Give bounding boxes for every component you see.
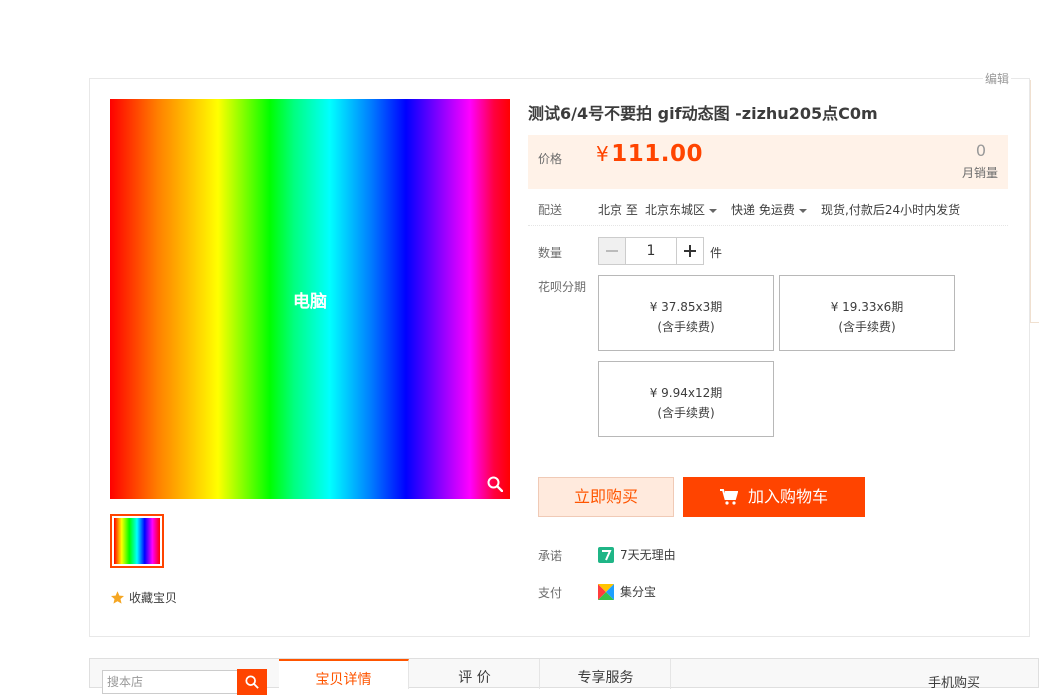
dispatch-info: 现货,付款后24小时内发货 <box>821 203 961 217</box>
installment-plan: ¥ 9.94x12期 <box>649 386 723 400</box>
installment-plan: ¥ 37.85x3期 <box>649 300 723 314</box>
plus-icon <box>684 245 696 257</box>
destination-text: 北京东城区 <box>645 203 706 217</box>
installment-fee: (含手续费) <box>657 320 715 334</box>
chevron-down-icon <box>709 208 718 213</box>
tab-services[interactable]: 专享服务 <box>541 659 671 689</box>
shipping-row: 配送 北京 至 北京东城区 快递 免运费 现货,付款后24小时内发货 <box>528 198 1008 226</box>
thumbnail-1[interactable] <box>110 514 164 568</box>
promise-text: 7天无理由 <box>620 548 676 562</box>
price-label: 价格 <box>538 152 563 166</box>
product-title: 测试6/4号不要拍 gif动态图 -zizhu205点C0m <box>528 104 878 123</box>
installment-fee: (含手续费) <box>838 320 896 334</box>
price-panel: 价格 ¥111.00 0 月销量 <box>528 135 1008 189</box>
chevron-down-icon <box>798 208 807 213</box>
installment-option-3[interactable]: ¥ 37.85x3期 (含手续费) <box>598 275 774 351</box>
side-divider <box>1030 80 1039 323</box>
quantity-unit: 件 <box>710 246 723 260</box>
installment-label: 花呗分期 <box>538 280 587 294</box>
currency-symbol: ¥ <box>596 142 610 166</box>
quantity-stepper: 1 <box>598 237 704 265</box>
cart-icon <box>719 489 738 505</box>
payment-label: 支付 <box>538 586 563 600</box>
destination-select[interactable]: 北京东城区 <box>645 201 718 218</box>
edit-link[interactable]: 编辑 <box>983 70 1012 87</box>
payment-item[interactable]: 集分宝 <box>598 583 656 600</box>
main-image-label: 电脑 <box>293 292 327 312</box>
mobile-buy-link[interactable]: 手机购买 <box>928 672 980 691</box>
favorite-label: 收藏宝贝 <box>129 591 178 605</box>
installment-plan: ¥ 19.33x6期 <box>830 300 904 314</box>
main-product-image[interactable]: 电脑 <box>110 99 510 499</box>
installment-option-6[interactable]: ¥ 19.33x6期 (含手续费) <box>779 275 955 351</box>
price-amount: 111.00 <box>611 141 703 167</box>
zoom-icon[interactable] <box>487 476 503 492</box>
search-icon <box>245 675 259 689</box>
promise-label: 承诺 <box>538 549 563 563</box>
shipping-label: 配送 <box>538 203 563 217</box>
shop-search-button[interactable] <box>237 669 267 695</box>
quantity-input[interactable]: 1 <box>626 237 676 265</box>
buy-now-button[interactable]: 立即购买 <box>538 477 674 517</box>
minus-icon <box>606 250 618 252</box>
installment-option-12[interactable]: ¥ 9.94x12期 (含手续费) <box>598 361 774 437</box>
tab-details[interactable]: 宝贝详情 <box>279 659 409 689</box>
detail-nav-bar: 搜本店 宝贝详情 评 价 专享服务 手机购买 <box>89 658 1039 695</box>
star-icon <box>111 591 124 604</box>
quantity-label: 数量 <box>538 246 563 260</box>
monthly-sales-label: 月销量 <box>961 166 998 180</box>
jifenbao-icon <box>598 583 614 600</box>
add-to-cart-button[interactable]: 加入购物车 <box>683 477 865 517</box>
shipping-origin: 北京 至 <box>598 203 638 217</box>
monthly-sales-count: 0 <box>975 141 986 160</box>
price-value: ¥111.00 <box>596 141 703 167</box>
installment-fee: (含手续费) <box>657 406 715 420</box>
seven-day-return-icon <box>598 546 614 563</box>
shop-search-input[interactable]: 搜本店 <box>102 670 238 694</box>
increase-button[interactable] <box>676 237 704 265</box>
promise-item[interactable]: 7天无理由 <box>598 546 676 563</box>
tab-reviews[interactable]: 评 价 <box>410 659 540 689</box>
shipping-method-text: 快递 免运费 <box>731 203 795 217</box>
add-to-cart-label: 加入购物车 <box>747 487 828 506</box>
payment-text: 集分宝 <box>620 585 657 599</box>
shipping-method-select[interactable]: 快递 免运费 <box>731 201 807 218</box>
favorite-button[interactable]: 收藏宝贝 <box>110 589 177 606</box>
decrease-button[interactable] <box>598 237 626 265</box>
thumbnail-image <box>114 518 160 564</box>
